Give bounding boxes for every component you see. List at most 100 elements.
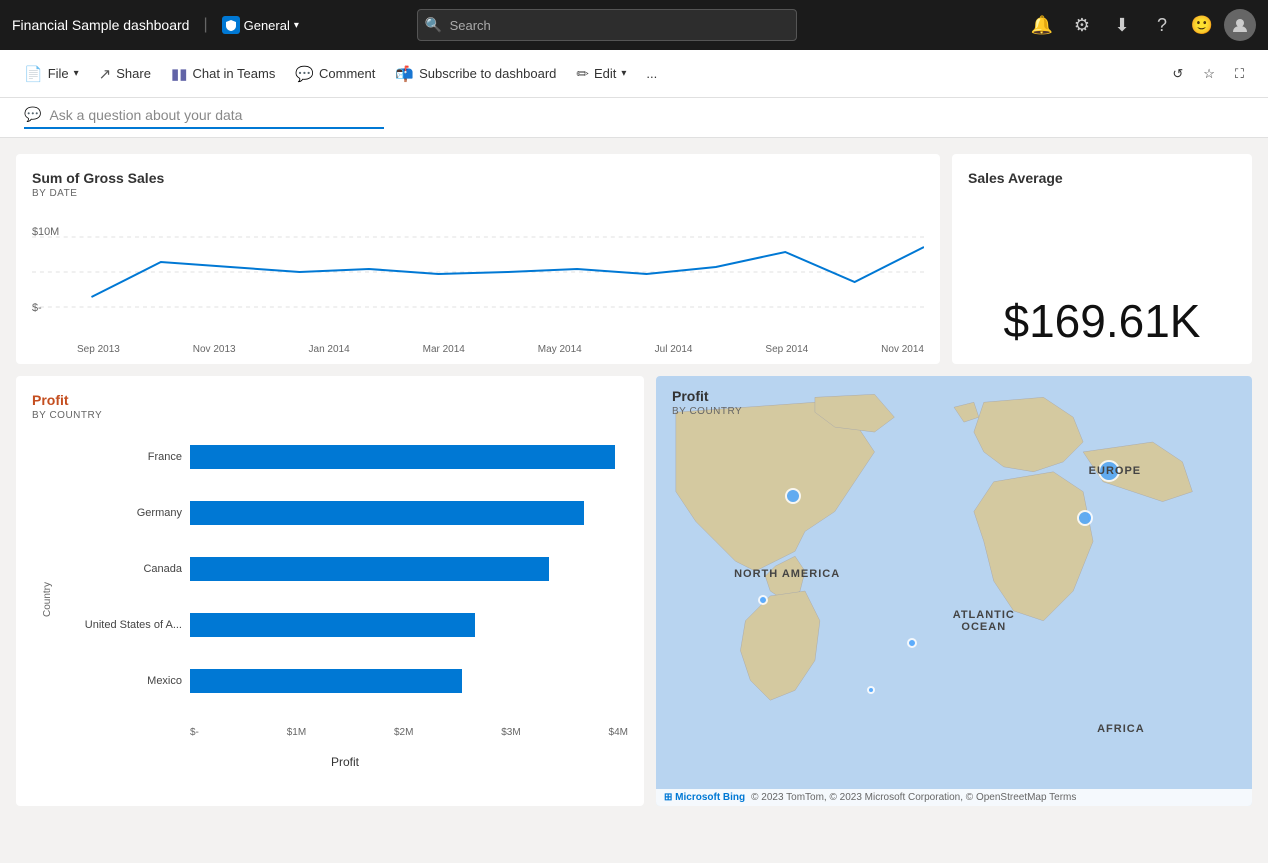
- svg-text:Sum of Gross: Sum of Gross: [32, 281, 35, 337]
- bar-chart-container: Country France Germany Canada United Sta…: [32, 429, 628, 769]
- map-dot: [785, 488, 801, 504]
- bar-chart-inner: France Germany Canada United States of A…: [62, 429, 628, 769]
- download-icon[interactable]: ⬇: [1104, 7, 1140, 43]
- sales-avg-value: $169.61K: [1004, 294, 1201, 348]
- chevron-down-icon: ▾: [74, 68, 79, 79]
- x-tick: $-: [190, 727, 199, 738]
- map-dot: [758, 595, 768, 605]
- x-tick-5: Jul 2014: [655, 344, 693, 355]
- map-dot: [1077, 510, 1093, 526]
- nav-icons: 🔔 ⚙ ⬇ ? 🙂: [1024, 7, 1256, 43]
- map-background: ⊞ Microsoft Bing © 2023 TomTom, © 2023 M…: [656, 376, 1252, 806]
- bar-label: Canada: [62, 563, 182, 575]
- sales-avg-card: Sales Average $169.61K: [952, 154, 1252, 364]
- map-dot: [907, 638, 917, 648]
- more-button[interactable]: ...: [638, 62, 665, 85]
- x-tick-4: May 2014: [538, 344, 582, 355]
- map-area-label: Atlantic Ocean: [953, 609, 1015, 633]
- bar-row: France: [62, 439, 628, 475]
- bar-label: France: [62, 451, 182, 463]
- favorite-button[interactable]: ☆: [1195, 62, 1223, 86]
- settings-icon[interactable]: ⚙: [1064, 7, 1100, 43]
- profit-bar-chart-card: Profit BY COUNTRY Country France Germany…: [16, 376, 644, 806]
- chat-in-teams-button[interactable]: ▮▮ Chat in Teams: [163, 61, 283, 87]
- x-tick: $3M: [501, 727, 520, 738]
- nav-badge-label: General: [244, 18, 290, 33]
- app-title: Financial Sample dashboard: [12, 17, 189, 33]
- chevron-down-icon: ▾: [621, 68, 626, 79]
- qa-input[interactable]: [49, 107, 349, 123]
- bar-track: [190, 613, 628, 637]
- search-input[interactable]: [417, 9, 797, 41]
- top-navigation: Financial Sample dashboard | General ▾ 🔍…: [0, 0, 1268, 50]
- x-tick-0: Sep 2013: [77, 344, 120, 355]
- bar-track: [190, 557, 628, 581]
- file-icon: 📄: [24, 65, 43, 83]
- profit-bar-subtitle: BY COUNTRY: [32, 410, 628, 421]
- bottom-row: Profit BY COUNTRY Country France Germany…: [16, 376, 1252, 806]
- help-icon[interactable]: ?: [1144, 7, 1180, 43]
- bar-track: [190, 501, 628, 525]
- search-bar[interactable]: 🔍: [417, 9, 797, 41]
- nav-divider: |: [203, 16, 207, 34]
- gross-sales-chart-card: Sum of Gross Sales BY DATE $10M $- Sum o…: [16, 154, 940, 364]
- line-chart-svg: $10M $- Sum of Gross: [32, 207, 924, 337]
- subscribe-icon: 📬: [395, 65, 414, 83]
- bar-fill: [190, 613, 475, 637]
- map-svg: [656, 376, 1252, 806]
- bar-x-axis: $-$1M$2M$3M$4M: [62, 723, 628, 738]
- bar-row: United States of A...: [62, 607, 628, 643]
- qa-icon: 💬: [24, 106, 41, 123]
- share-button[interactable]: ↗ Share: [91, 61, 159, 87]
- x-tick-6: Sep 2014: [765, 344, 808, 355]
- fullscreen-button[interactable]: ⛶: [1227, 62, 1252, 86]
- bar-label: Germany: [62, 507, 182, 519]
- share-icon: ↗: [99, 65, 112, 83]
- bar-fill: [190, 669, 462, 693]
- edit-icon: ✏: [576, 65, 589, 83]
- map-title-overlay: Profit BY COUNTRY: [672, 388, 742, 417]
- bar-track: [190, 669, 628, 693]
- fullscreen-icon: ⛶: [1235, 66, 1244, 82]
- gross-sales-subtitle: BY DATE: [32, 188, 924, 199]
- bar-fill: [190, 501, 584, 525]
- star-icon: ☆: [1203, 66, 1215, 82]
- x-tick: $4M: [609, 727, 628, 738]
- profit-bar-title: Profit: [32, 392, 628, 408]
- bar-label: United States of A...: [62, 619, 182, 631]
- subscribe-button[interactable]: 📬 Subscribe to dashboard: [387, 61, 564, 87]
- file-button[interactable]: 📄 File ▾: [16, 61, 87, 87]
- map-area-label: NORTH AMERICA: [734, 568, 840, 580]
- profit-map-card: Profit BY COUNTRY: [656, 376, 1252, 806]
- teams-icon: ▮▮: [171, 65, 188, 83]
- edit-button[interactable]: ✏ Edit ▾: [568, 61, 634, 87]
- bar-fill: [190, 445, 615, 469]
- x-tick-3: Mar 2014: [423, 344, 465, 355]
- y-axis-label: Country: [42, 581, 53, 616]
- feedback-icon[interactable]: 🙂: [1184, 7, 1220, 43]
- qa-input-wrap[interactable]: 💬: [24, 106, 384, 129]
- map-copyright: © 2023 TomTom, © 2023 Microsoft Corporat…: [751, 792, 1076, 803]
- notification-icon[interactable]: 🔔: [1024, 7, 1060, 43]
- x-tick-2: Jan 2014: [309, 344, 350, 355]
- bar-row: Canada: [62, 551, 628, 587]
- search-icon: 🔍: [425, 17, 442, 34]
- line-chart-area: $10M $- Sum of Gross Sep 2013 Nov 2013 J…: [32, 207, 924, 337]
- x-axis-label: Profit: [62, 755, 628, 769]
- gross-sales-title: Sum of Gross Sales: [32, 170, 924, 186]
- toolbar-right: ↺ ☆ ⛶: [1164, 62, 1252, 86]
- x-tick-7: Nov 2014: [881, 344, 924, 355]
- x-tick: $2M: [394, 727, 413, 738]
- sales-avg-title: Sales Average: [968, 170, 1063, 186]
- toolbar: 📄 File ▾ ↗ Share ▮▮ Chat in Teams 💬 Comm…: [0, 50, 1268, 98]
- x-tick-1: Nov 2013: [193, 344, 236, 355]
- chevron-down-icon: ▾: [294, 20, 299, 31]
- bar-track: [190, 445, 628, 469]
- comment-button[interactable]: 💬 Comment: [287, 61, 383, 87]
- refresh-button[interactable]: ↺: [1164, 62, 1191, 86]
- map-footer: ⊞ Microsoft Bing © 2023 TomTom, © 2023 M…: [656, 789, 1252, 806]
- top-row: Sum of Gross Sales BY DATE $10M $- Sum o…: [16, 154, 1252, 364]
- profit-map-title: Profit: [672, 388, 742, 404]
- nav-badge[interactable]: General ▾: [222, 16, 299, 34]
- avatar[interactable]: [1224, 9, 1256, 41]
